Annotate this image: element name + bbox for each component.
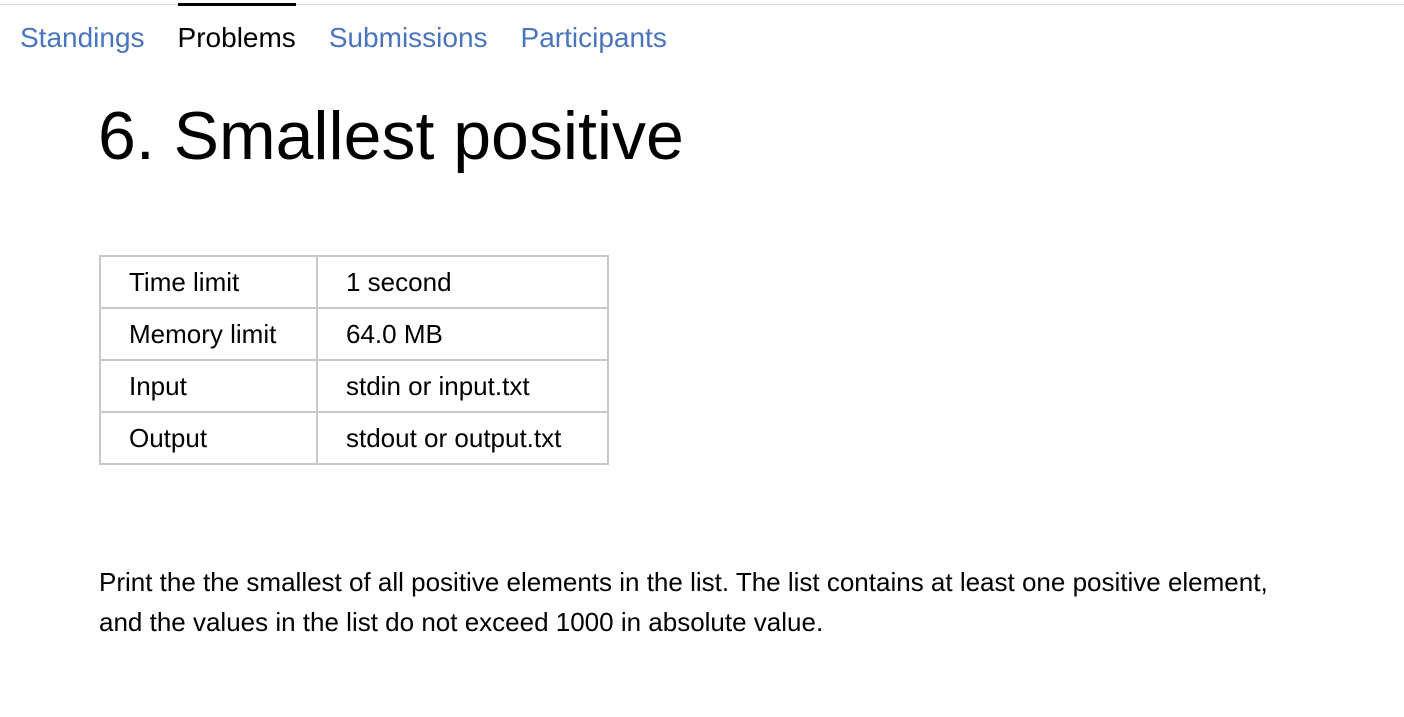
- limit-value: 64.0 MB: [316, 307, 609, 361]
- limit-value: stdin or input.txt: [316, 359, 609, 413]
- table-row: Input stdin or input.txt: [99, 359, 609, 413]
- tab-participants[interactable]: Participants: [521, 4, 667, 52]
- table-row: Memory limit 64.0 MB: [99, 307, 609, 361]
- table-row: Time limit 1 second: [99, 255, 609, 309]
- problem-title: 6. Smallest positive: [98, 98, 684, 174]
- tab-standings[interactable]: Standings: [20, 4, 145, 52]
- limit-label: Memory limit: [99, 307, 318, 361]
- limit-label: Input: [99, 359, 318, 413]
- limits-table: Time limit 1 second Memory limit 64.0 MB…: [99, 255, 609, 465]
- limit-label: Output: [99, 411, 318, 465]
- limit-value: 1 second: [316, 255, 609, 309]
- tab-submissions[interactable]: Submissions: [329, 4, 488, 52]
- limit-label: Time limit: [99, 255, 318, 309]
- contest-tabs: Standings Problems Submissions Participa…: [20, 3, 700, 56]
- limit-value: stdout or output.txt: [316, 411, 609, 465]
- tab-problems[interactable]: Problems: [177, 3, 297, 52]
- problem-statement: Print the the smallest of all positive e…: [99, 567, 1268, 637]
- table-row: Output stdout or output.txt: [99, 411, 609, 465]
